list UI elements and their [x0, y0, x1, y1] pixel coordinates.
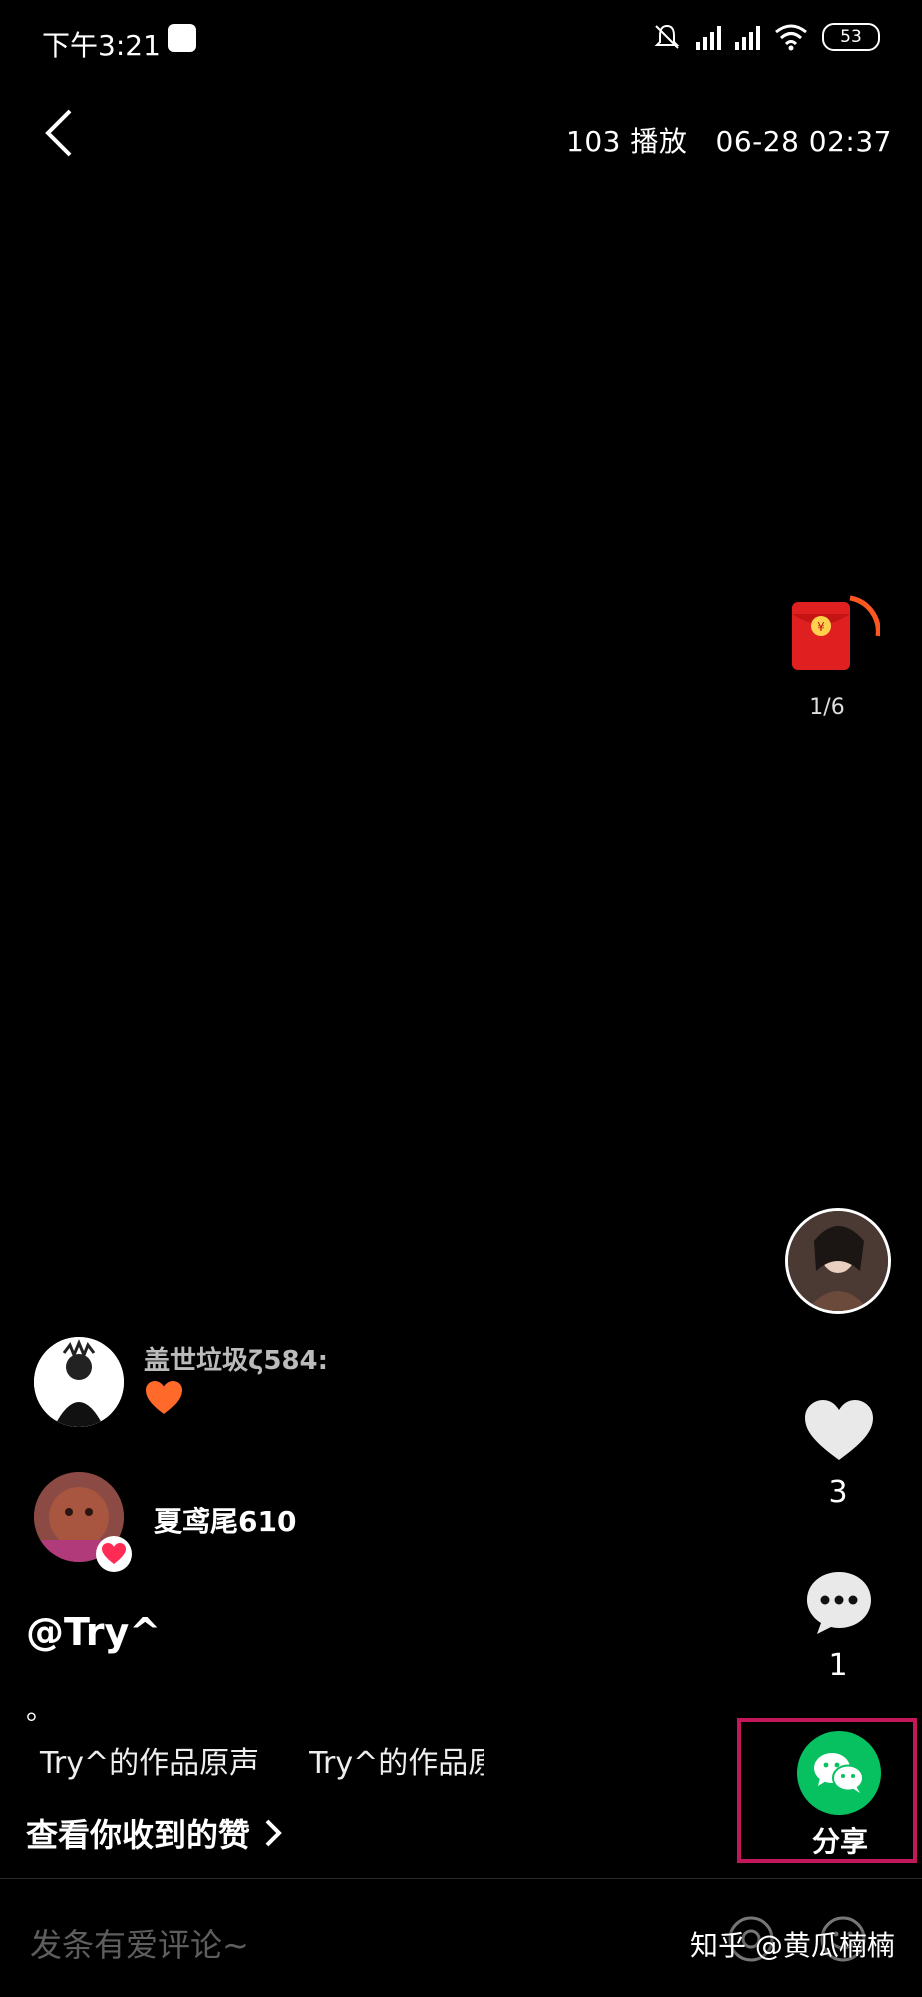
red-packet-count: 1/6 [809, 695, 845, 720]
wifi-icon [775, 24, 807, 51]
comment-input[interactable]: 发条有爱评论~ [30, 1920, 249, 1966]
play-count-and-date: 103 播放 06-28 02:37 [566, 125, 892, 158]
svg-text:¥: ¥ [817, 620, 825, 634]
watermark: 知乎 @黄瓜楠楠 [690, 1929, 895, 1962]
back-icon[interactable] [40, 105, 80, 161]
view-likes-link[interactable]: 查看你收到的赞 [26, 1810, 282, 1856]
divider [0, 1878, 922, 1879]
like-count: 3 [828, 1475, 848, 1510]
heart-icon[interactable] [803, 1398, 875, 1462]
mute-bell-icon [654, 24, 680, 49]
author-avatar[interactable] [785, 1208, 891, 1314]
share-button[interactable] [797, 1731, 881, 1815]
notification-icon [168, 24, 196, 52]
comment-count: 1 [828, 1648, 848, 1683]
music-marquee[interactable]: Try^的作品原声 Try^的作品原声 [24, 1738, 484, 1782]
chevron-right-icon [265, 1819, 282, 1847]
wechat-icon [814, 1753, 864, 1793]
comment-user-name: 盖世垃圾ζ584: [144, 1346, 329, 1376]
comment-icon[interactable] [805, 1570, 873, 1636]
user-avatar[interactable] [34, 1337, 124, 1427]
status-time: 下午3:21 [42, 29, 161, 62]
music-title-repeat: Try^的作品原声 [309, 1746, 484, 1781]
status-icons: 53 [652, 22, 880, 52]
liker-name: 夏鸢尾610 [154, 1505, 297, 1538]
view-likes-label: 查看你收到的赞 [26, 1816, 251, 1854]
signal-icon-1 [696, 24, 721, 50]
liked-badge [96, 1536, 132, 1572]
post-caption: 。 [26, 1693, 55, 1726]
avatar-image [788, 1211, 888, 1311]
music-title: Try^的作品原声 [40, 1746, 260, 1781]
red-packet-icon[interactable]: ¥ [790, 590, 880, 680]
post-author[interactable]: @Try^ [26, 1610, 161, 1654]
share-label: 分享 [811, 1825, 868, 1858]
battery-indicator: 53 [822, 23, 880, 51]
signal-icon-2 [735, 24, 760, 50]
heart-emoji-icon [146, 1381, 182, 1414]
heart-badge-icon [102, 1543, 126, 1564]
avatar-image [34, 1337, 124, 1427]
